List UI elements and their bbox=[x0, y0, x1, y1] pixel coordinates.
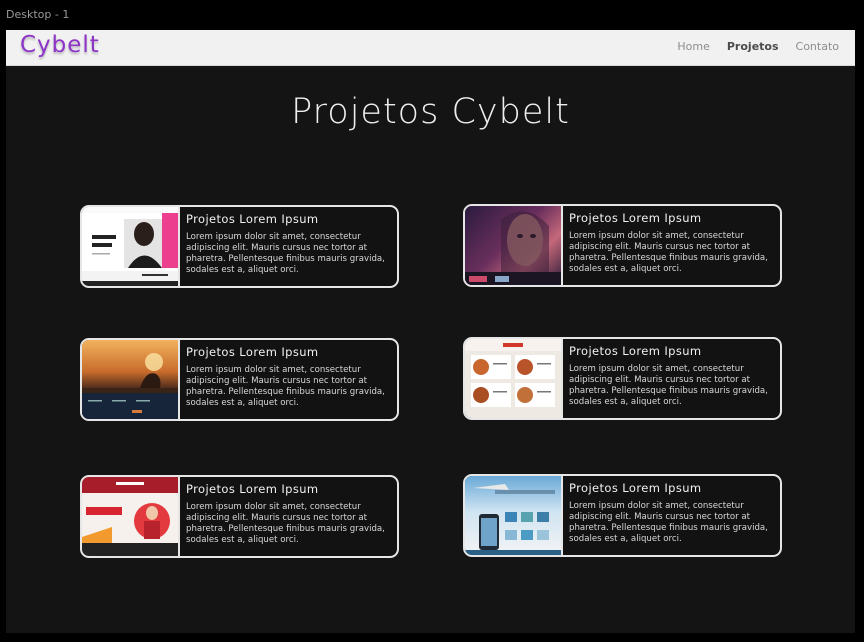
project-thumbnail bbox=[465, 206, 563, 285]
card-title: Projetos Lorem Ipsum bbox=[186, 482, 319, 496]
desktop-canvas: Cybelt Home Projetos Contato Projetos Cy… bbox=[6, 30, 855, 633]
card-title: Projetos Lorem Ipsum bbox=[569, 481, 702, 495]
card-text: Projetos Lorem Ipsum Lorem ipsum dolor s… bbox=[186, 212, 391, 276]
project-thumbnail bbox=[82, 477, 180, 556]
site-logo[interactable]: Cybelt bbox=[20, 32, 100, 58]
nav-link-home[interactable]: Home bbox=[677, 40, 709, 53]
card-text: Projetos Lorem Ipsum Lorem ipsum dolor s… bbox=[569, 344, 774, 408]
card-text: Projetos Lorem Ipsum Lorem ipsum dolor s… bbox=[186, 482, 391, 546]
project-card[interactable]: Projetos Lorem Ipsum Lorem ipsum dolor s… bbox=[80, 475, 399, 558]
project-thumbnail bbox=[465, 339, 563, 418]
card-description: Lorem ipsum dolor sit amet, consectetur … bbox=[186, 365, 385, 408]
project-card[interactable]: Projetos Lorem Ipsum Lorem ipsum dolor s… bbox=[80, 338, 399, 421]
card-description: Lorem ipsum dolor sit amet, consectetur … bbox=[186, 502, 385, 545]
card-text: Projetos Lorem Ipsum Lorem ipsum dolor s… bbox=[569, 211, 774, 275]
card-description: Lorem ipsum dolor sit amet, consectetur … bbox=[569, 231, 768, 274]
frame-label: Desktop - 1 bbox=[6, 8, 70, 21]
nav-link-projetos[interactable]: Projetos bbox=[727, 40, 779, 53]
card-text: Projetos Lorem Ipsum Lorem ipsum dolor s… bbox=[186, 345, 391, 409]
page-title: Projetos Cybelt bbox=[291, 92, 570, 132]
project-thumbnail bbox=[465, 476, 563, 555]
navbar: Cybelt Home Projetos Contato bbox=[6, 30, 855, 66]
card-title: Projetos Lorem Ipsum bbox=[186, 345, 319, 359]
nav-link-contato[interactable]: Contato bbox=[796, 40, 839, 53]
card-description: Lorem ipsum dolor sit amet, consectetur … bbox=[569, 364, 768, 407]
project-thumbnail bbox=[82, 207, 180, 286]
project-card[interactable]: Projetos Lorem Ipsum Lorem ipsum dolor s… bbox=[463, 204, 782, 287]
card-description: Lorem ipsum dolor sit amet, consectetur … bbox=[569, 501, 768, 544]
project-card[interactable]: Projetos Lorem Ipsum Lorem ipsum dolor s… bbox=[80, 205, 399, 288]
nav-links: Home Projetos Contato bbox=[677, 40, 839, 53]
project-card[interactable]: Projetos Lorem Ipsum Lorem ipsum dolor s… bbox=[463, 474, 782, 557]
card-text: Projetos Lorem Ipsum Lorem ipsum dolor s… bbox=[569, 481, 774, 545]
card-description: Lorem ipsum dolor sit amet, consectetur … bbox=[186, 232, 385, 275]
card-title: Projetos Lorem Ipsum bbox=[569, 344, 702, 358]
card-title: Projetos Lorem Ipsum bbox=[186, 212, 319, 226]
project-thumbnail bbox=[82, 340, 180, 419]
card-title: Projetos Lorem Ipsum bbox=[569, 211, 702, 225]
project-card[interactable]: Projetos Lorem Ipsum Lorem ipsum dolor s… bbox=[463, 337, 782, 420]
